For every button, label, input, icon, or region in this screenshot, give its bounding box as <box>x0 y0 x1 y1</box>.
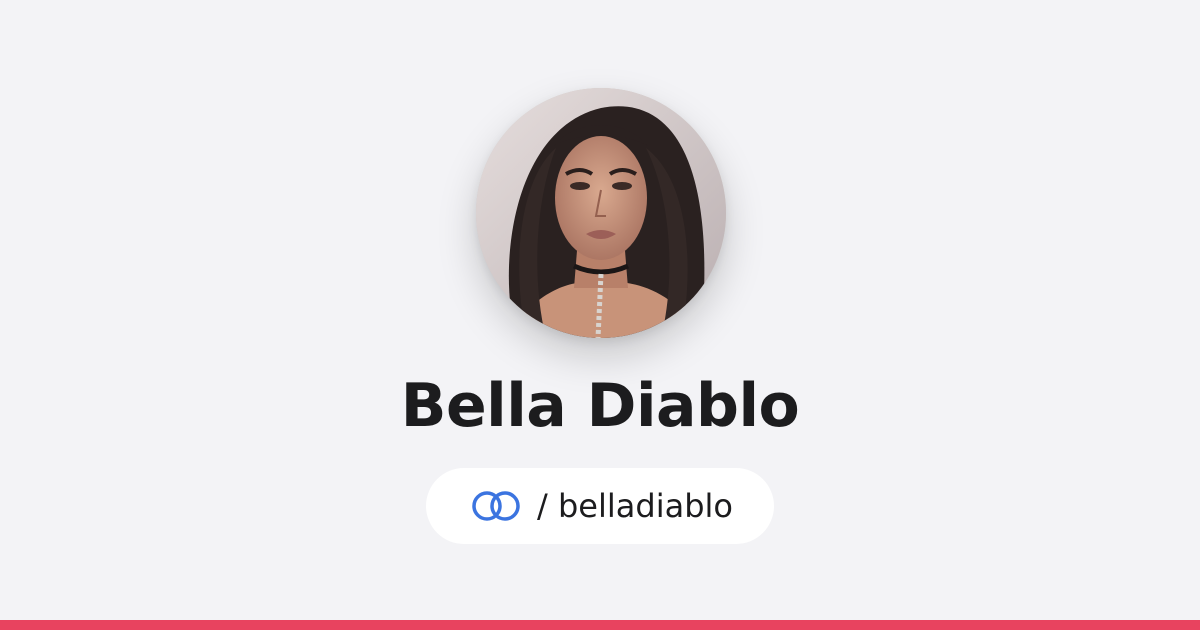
handle-text: / belladiablo <box>537 487 733 525</box>
linked-rings-icon <box>467 489 525 523</box>
profile-name: Bella Diablo <box>400 371 800 441</box>
handle-link[interactable]: / belladiablo <box>426 468 774 544</box>
avatar <box>476 88 726 338</box>
profile-photo <box>476 88 726 338</box>
share-card: Bella Diablo / belladiablo <box>0 0 1200 630</box>
accent-bar <box>0 620 1200 630</box>
